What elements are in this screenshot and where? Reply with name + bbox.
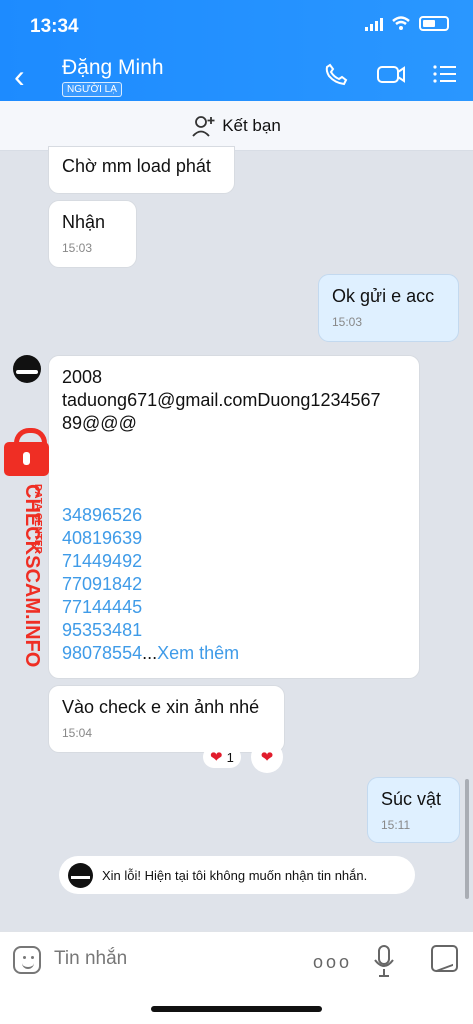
- own-message-bubble[interactable]: Ok gửi e acc 15:03: [318, 274, 459, 342]
- microphone-icon[interactable]: [373, 944, 395, 978]
- own-message-bubble[interactable]: Súc vật 15:11: [367, 777, 460, 843]
- react-button[interactable]: ❤: [251, 741, 283, 773]
- phone-icon[interactable]: [324, 62, 348, 86]
- heart-icon: ❤: [260, 749, 274, 766]
- notice-avatar: [68, 862, 93, 888]
- gallery-icon[interactable]: [431, 945, 458, 972]
- message-line: 2008: [62, 367, 103, 387]
- video-call-icon[interactable]: [376, 64, 405, 85]
- notice-text: Xin lỗi! Hiện tại tôi không muốn nhận ti…: [102, 867, 368, 883]
- phone-number-link[interactable]: 95353481: [62, 619, 406, 642]
- message-time: 15:11: [381, 818, 411, 832]
- message-input[interactable]: Tin nhắn: [54, 948, 127, 970]
- phone-number-link[interactable]: 77144445: [62, 596, 406, 619]
- add-friend-label: Kết bạn: [222, 115, 281, 135]
- phone-number-link[interactable]: 71449492: [62, 550, 406, 573]
- message-text: Chờ mm load phát: [62, 156, 211, 176]
- message-line: 89@@@: [62, 413, 137, 433]
- contact-avatar[interactable]: [13, 355, 41, 383]
- blocked-message-notice: Xin lỗi! Hiện tại tôi không muốn nhận ti…: [59, 856, 415, 894]
- phone-number-link[interactable]: 98078554: [62, 643, 142, 663]
- phone-number-link[interactable]: 34896526: [62, 504, 406, 527]
- status-icons: [364, 16, 449, 31]
- phone-number-link[interactable]: 77091842: [62, 573, 406, 596]
- message-time: 15:03: [62, 241, 93, 255]
- message-text: Nhận: [62, 212, 106, 232]
- see-more-link[interactable]: Xem thêm: [157, 643, 239, 663]
- chat-header: 13:34 ‹ Đặng Minh NGƯỜI LẠ: [0, 0, 473, 101]
- phone-number-link[interactable]: 40819639: [62, 527, 406, 550]
- more-options-icon[interactable]: ooo: [313, 952, 352, 973]
- stranger-badge: NGƯỜI LẠ: [62, 82, 122, 97]
- battery-icon: [419, 16, 449, 31]
- add-friend-icon: [192, 115, 215, 137]
- home-indicator: [151, 1006, 322, 1012]
- status-time: 13:34: [30, 16, 79, 37]
- back-button[interactable]: ‹: [14, 58, 25, 95]
- ellipsis: ...: [142, 643, 158, 663]
- message-bubble[interactable]: Nhận 15:03: [48, 200, 137, 268]
- account-message-bubble[interactable]: 2008 taduong671@gmail.comDuong1234567 89…: [48, 355, 420, 679]
- message-text: Ok gửi e acc: [332, 286, 435, 306]
- scrollbar[interactable]: [465, 779, 469, 899]
- wifi-icon: [392, 16, 410, 30]
- reaction-count: 1: [226, 749, 234, 765]
- message-time: 15:03: [332, 315, 363, 329]
- reaction-summary[interactable]: ❤ 1: [203, 746, 241, 768]
- contact-name[interactable]: Đặng Minh: [62, 56, 164, 80]
- message-bubble[interactable]: Chờ mm load phát: [48, 146, 235, 194]
- emoji-icon[interactable]: [13, 946, 41, 974]
- heart-icon: ❤: [210, 749, 223, 766]
- add-friend-bar[interactable]: Kết bạn: [0, 101, 473, 151]
- lock-icon: [4, 428, 49, 476]
- signal-icon: [365, 17, 383, 31]
- message-text: Súc vật: [381, 789, 442, 809]
- message-bubble[interactable]: Vào check e xin ảnh nhé 15:04: [48, 685, 285, 753]
- message-line: taduong671@gmail.comDuong1234567: [62, 390, 381, 410]
- message-text: Vào check e xin ảnh nhé: [62, 697, 260, 717]
- checkscam-watermark: CHECKSCAM.INFO DATA CENTER: [4, 428, 52, 668]
- message-time: 15:04: [62, 726, 93, 740]
- watermark-subtitle: DATA CENTER: [32, 484, 43, 554]
- menu-icon[interactable]: [433, 65, 457, 83]
